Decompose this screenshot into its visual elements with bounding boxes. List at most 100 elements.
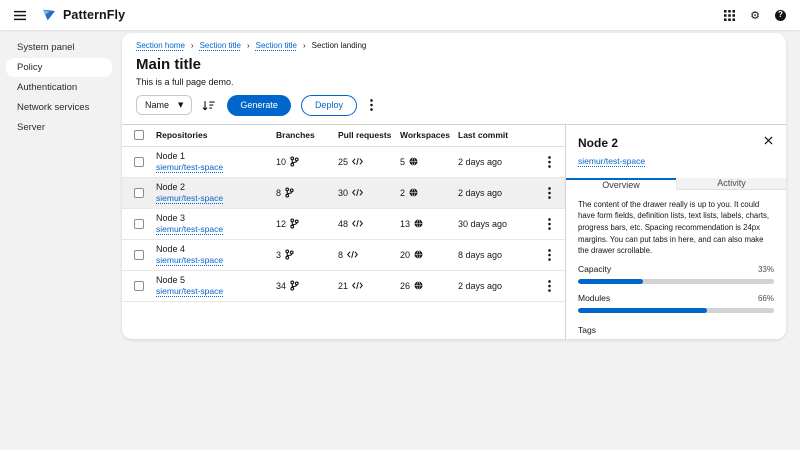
content-card: Section home › Section title › Section t… (122, 33, 786, 339)
pull-requests-count: 25 (338, 157, 348, 167)
sidebar-item-network-services[interactable]: Network services (6, 98, 112, 117)
breadcrumb: Section home › Section title › Section t… (136, 41, 772, 51)
page-shell: System panel Policy Authentication Netwo… (0, 30, 800, 450)
tab-activity[interactable]: Activity (676, 178, 786, 190)
capacity-progress: Capacity 33% (566, 259, 786, 293)
repo-space-link[interactable]: siemur/test-space (156, 224, 276, 234)
drawer-tabs: Overview Activity (566, 178, 786, 190)
row-kebab-icon[interactable] (548, 187, 565, 199)
name-filter-select[interactable]: Name ▼ (136, 95, 192, 115)
sort-button[interactable] (202, 100, 215, 111)
cube-globe-icon (414, 250, 423, 259)
sidebar-item-policy[interactable]: Policy (6, 58, 112, 77)
modules-progress: Modules 66% (566, 293, 786, 322)
row-kebab-icon[interactable] (548, 156, 565, 168)
breadcrumb-current: Section landing (312, 41, 367, 51)
chevron-right-icon: › (247, 42, 250, 50)
sidebar-item-system-panel[interactable]: System panel (6, 38, 112, 57)
column-header: Branches (276, 130, 338, 140)
tags-label: Tags (578, 325, 774, 335)
branches-count: 34 (276, 281, 286, 291)
cube-globe-icon (414, 281, 423, 290)
repo-name: Node 3 (156, 213, 276, 223)
apps-grid-icon[interactable] (724, 10, 735, 21)
row-kebab-icon[interactable] (548, 218, 565, 230)
row-checkbox[interactable] (134, 281, 144, 291)
masthead-actions: ⚙ ? (724, 10, 786, 21)
progress-value: 33% (758, 265, 774, 274)
column-header: Pull requests (338, 130, 400, 140)
sidebar-item-server[interactable]: Server (6, 118, 112, 137)
progress-track (578, 279, 774, 284)
sidebar-item-label: Policy (17, 62, 42, 73)
help-icon[interactable]: ? (775, 10, 786, 21)
drawer-header: Node 2 siemur/test-space (566, 125, 786, 169)
sidebar-item-authentication[interactable]: Authentication (6, 78, 112, 97)
last-commit: 2 days ago (458, 157, 538, 167)
code-icon (352, 281, 363, 290)
column-header: Last commit (458, 130, 538, 140)
repo-name: Node 1 (156, 151, 276, 161)
code-icon (352, 157, 363, 166)
row-kebab-icon[interactable] (548, 249, 565, 261)
page-subtitle: This is a full page demo. (136, 77, 772, 87)
content-split: Repositories Branches Pull requests Work… (122, 124, 786, 339)
deploy-button[interactable]: Deploy (301, 95, 357, 116)
toolbar: Name ▼ Generate Deploy (122, 87, 786, 124)
code-icon (352, 188, 363, 197)
brand-title: PatternFly (63, 8, 125, 22)
generate-button[interactable]: Generate (227, 95, 291, 116)
main-area: Section home › Section title › Section t… (118, 30, 800, 450)
breadcrumb-link[interactable]: Section home (136, 41, 185, 51)
masthead: PatternFly ⚙ ? (0, 0, 800, 30)
cube-globe-icon (409, 157, 418, 166)
settings-gear-icon[interactable]: ⚙ (750, 10, 760, 21)
column-header: Repositories (156, 130, 276, 140)
repo-space-link[interactable]: siemur/test-space (156, 286, 276, 296)
table-row: Node 5 siemur/test-space 34 21 26 2 days… (122, 271, 565, 302)
page-title: Main title (136, 56, 772, 73)
row-checkbox[interactable] (134, 250, 144, 260)
table-row: Node 3 siemur/test-space 12 48 13 30 day… (122, 209, 565, 240)
filter-select-value: Name (145, 100, 169, 110)
breadcrumb-link[interactable]: Section title (200, 41, 241, 51)
repo-name: Node 5 (156, 275, 276, 285)
branches-count: 10 (276, 157, 286, 167)
workspaces-count: 20 (400, 250, 410, 260)
workspaces-count: 26 (400, 281, 410, 291)
code-icon (347, 250, 358, 259)
cube-globe-icon (409, 188, 418, 197)
table-row: Node 1 siemur/test-space 10 25 5 2 days … (122, 147, 565, 178)
progress-label: Modules (578, 293, 610, 303)
code-branch-icon (285, 249, 294, 260)
close-icon[interactable] (764, 136, 773, 145)
progress-fill (578, 308, 707, 313)
breadcrumb-link[interactable]: Section title (256, 41, 297, 51)
column-header: Workspaces (400, 130, 458, 140)
workspaces-count: 5 (400, 157, 405, 167)
patternfly-logo-icon (41, 7, 57, 23)
progress-track (578, 308, 774, 313)
repo-space-link[interactable]: siemur/test-space (156, 255, 276, 265)
row-checkbox[interactable] (134, 188, 144, 198)
tags-section: Tags Tag 1 Tag 2 Tag 3 2 more (566, 322, 786, 339)
cube-globe-icon (414, 219, 423, 228)
sidebar-item-label: System panel (17, 42, 75, 53)
tab-overview[interactable]: Overview (566, 178, 676, 190)
progress-label: Capacity (578, 264, 611, 274)
select-all-checkbox[interactable] (134, 130, 144, 140)
pull-requests-count: 48 (338, 219, 348, 229)
repo-space-link[interactable]: siemur/test-space (156, 162, 276, 172)
workspaces-count: 13 (400, 219, 410, 229)
toolbar-kebab-icon[interactable] (367, 99, 376, 111)
repo-space-link[interactable]: siemur/test-space (156, 193, 276, 203)
menu-hamburger-icon[interactable] (14, 10, 26, 21)
caret-down-icon: ▼ (178, 101, 183, 109)
drawer-space-link[interactable]: siemur/test-space (578, 156, 645, 166)
row-kebab-icon[interactable] (548, 280, 565, 292)
table-row: Node 2 siemur/test-space 8 30 2 2 days a… (122, 178, 565, 209)
row-checkbox[interactable] (134, 157, 144, 167)
row-checkbox[interactable] (134, 219, 144, 229)
drawer-body-text: The content of the drawer really is up t… (566, 190, 786, 259)
progress-fill (578, 279, 643, 284)
